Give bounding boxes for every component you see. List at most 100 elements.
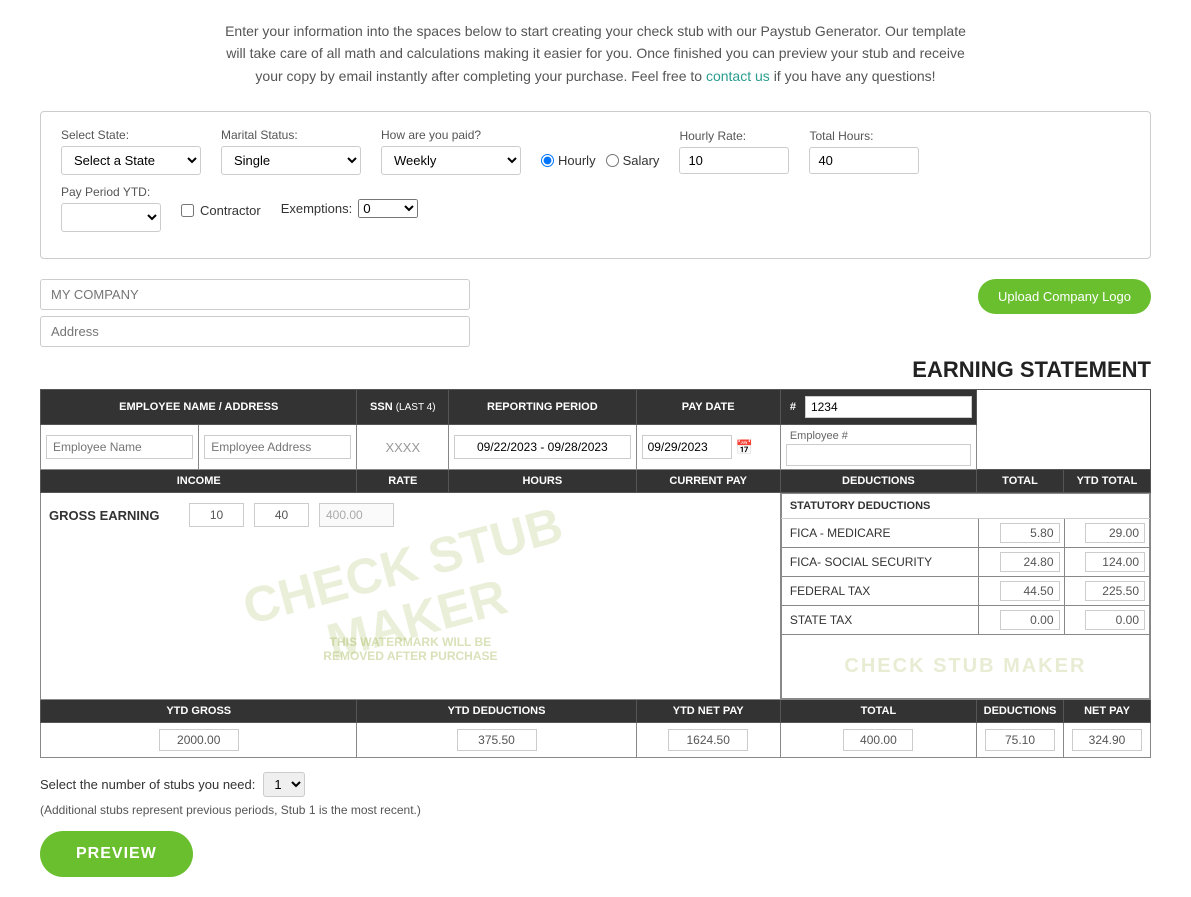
deductions-table: STATUTORY DEDUCTIONS FICA - MEDICARE 5.8…: [781, 493, 1150, 699]
settings-row-2: Pay Period YTD: Contractor Exemptions: 0…: [61, 185, 1130, 232]
settings-box: Select State: Select a State AlabamaAlas…: [40, 111, 1151, 259]
salary-radio[interactable]: [606, 154, 619, 167]
marital-select[interactable]: SingleMarried: [221, 146, 361, 175]
th-income: INCOME: [41, 470, 357, 493]
deduction-total-2: 44.50: [979, 577, 1064, 606]
deduction-ytd-1: 124.00: [1064, 548, 1149, 577]
pay-method-select[interactable]: WeeklyBi-WeeklySemi-MonthlyMonthly: [381, 146, 521, 175]
reporting-period-cell: [449, 425, 636, 470]
company-name-input[interactable]: [40, 279, 470, 310]
hourly-radio-label[interactable]: Hourly: [541, 153, 596, 168]
deduction-row-0: FICA - MEDICARE 5.80 29.00: [781, 519, 1149, 548]
total-hours-label: Total Hours:: [809, 129, 919, 143]
total-cell: 400.00: [780, 723, 976, 758]
watermark-sub: THIS WATERMARK WILL BE REMOVED AFTER PUR…: [323, 635, 497, 663]
hourly-rate-group: Hourly Rate:: [679, 129, 789, 174]
ytd-deductions-value: 375.50: [457, 729, 537, 751]
th-rate: RATE: [357, 470, 449, 493]
ssn-cell: XXXX: [357, 425, 449, 470]
employee-input-row: XXXX 📅 Employee #: [41, 425, 1151, 470]
employee-address-input[interactable]: [204, 435, 351, 459]
company-address-input[interactable]: [40, 316, 470, 347]
pay-date-cell: 📅: [636, 425, 780, 470]
net-pay-cell: 324.90: [1064, 723, 1151, 758]
hourly-radio[interactable]: [541, 154, 554, 167]
deductions-watermark: CHECK STUB MAKER: [781, 635, 1149, 699]
earning-statement-title: EARNING STATEMENT: [40, 357, 1151, 383]
deduction-ytd-0: 29.00: [1064, 519, 1149, 548]
th-hash: #: [780, 390, 976, 425]
stub-number-input[interactable]: [805, 396, 972, 418]
income-panel: GROSS EARNING CHECK STUB MAKER THIS WATE…: [41, 493, 781, 700]
hourly-rate-label: Hourly Rate:: [679, 129, 789, 143]
deduction-ytd-2: 225.50: [1064, 577, 1149, 606]
th-ytd-total: YTD TOTAL: [1064, 470, 1151, 493]
company-inputs: [40, 279, 470, 347]
pay-period-ytd-select[interactable]: [61, 203, 161, 232]
th-total: TOTAL: [977, 470, 1064, 493]
total-hours-group: Total Hours:: [809, 129, 919, 174]
preview-button[interactable]: PREVIEW: [40, 831, 193, 877]
contact-us-link[interactable]: contact us: [706, 68, 770, 84]
contractor-checkbox[interactable]: [181, 204, 194, 217]
total-hours-input[interactable]: [809, 147, 919, 174]
exemptions-label: Exemptions:: [281, 201, 353, 216]
ytd-net-pay-value: 1624.50: [668, 729, 748, 751]
stubs-selector-label: Select the number of stubs you need:: [40, 777, 255, 792]
gross-earning-row: GROSS EARNING: [41, 493, 780, 537]
th-reporting-period: REPORTING PERIOD: [449, 390, 636, 425]
state-label: Select State:: [61, 128, 201, 142]
employee-address-cell: [199, 425, 357, 470]
deduction-row-1: FICA- SOCIAL SECURITY 24.80 124.00: [781, 548, 1149, 577]
rate-input[interactable]: [189, 503, 244, 527]
employee-name-cell: [41, 425, 199, 470]
th-net-pay: NET PAY: [1064, 700, 1151, 723]
exemptions-select[interactable]: 012: [358, 199, 418, 218]
hours-input[interactable]: [254, 503, 309, 527]
current-pay-display: [319, 503, 394, 527]
intro-text-2: will take care of all math and calculati…: [226, 45, 965, 61]
stubs-note: (Additional stubs represent previous per…: [40, 803, 1151, 817]
content-split-row: GROSS EARNING CHECK STUB MAKER THIS WATE…: [41, 493, 1151, 700]
calendar-icon[interactable]: 📅: [736, 439, 753, 456]
deduction-label-3: STATE TAX: [781, 606, 978, 635]
salary-radio-label[interactable]: Salary: [606, 153, 660, 168]
state-select[interactable]: Select a State AlabamaAlaskaCaliforniaTe…: [61, 146, 201, 175]
intro-paragraph: Enter your information into the spaces b…: [40, 20, 1151, 87]
income-content: GROSS EARNING CHECK STUB MAKER THIS WATE…: [41, 493, 780, 693]
employee-name-input[interactable]: [46, 435, 193, 459]
reporting-period-input[interactable]: [454, 435, 630, 459]
employee-num-input[interactable]: [786, 444, 971, 466]
pay-date-input[interactable]: [642, 435, 732, 459]
deduction-total-1: 24.80: [979, 548, 1064, 577]
th-hours: HOURS: [449, 470, 636, 493]
gross-earning-label: GROSS EARNING: [49, 508, 179, 523]
intro-text-3: your copy by email instantly after compl…: [255, 68, 702, 84]
stub-table: EMPLOYEE NAME / ADDRESS SSN (LAST 4) REP…: [40, 389, 1151, 758]
th-ytd-net-pay: YTD NET PAY: [636, 700, 780, 723]
pay-method-label: How are you paid?: [381, 128, 521, 142]
employee-num-cell: Employee #: [780, 425, 976, 470]
hourly-rate-input[interactable]: [679, 147, 789, 174]
stubs-count-select[interactable]: 12345: [263, 772, 305, 797]
th-deductions: DEDUCTIONS: [780, 470, 976, 493]
net-pay-value: 324.90: [1072, 729, 1142, 751]
settings-row-1: Select State: Select a State AlabamaAlas…: [61, 128, 1130, 175]
deduction-total-3: 0.00: [979, 606, 1064, 635]
ytd-net-pay-cell: 1624.50: [636, 723, 780, 758]
th-total: TOTAL: [780, 700, 976, 723]
employee-num-label: Employee #: [786, 428, 971, 444]
state-group: Select State: Select a State AlabamaAlas…: [61, 128, 201, 175]
statutory-label-row: STATUTORY DEDUCTIONS: [781, 494, 1149, 519]
contractor-group: Contractor: [181, 203, 261, 218]
pay-period-ytd-group: Pay Period YTD:: [61, 185, 161, 232]
pay-method-group: How are you paid? WeeklyBi-WeeklySemi-Mo…: [381, 128, 521, 175]
deduction-total-0: 5.80: [979, 519, 1064, 548]
deduction-label-2: FEDERAL TAX: [781, 577, 978, 606]
totals-header-row: YTD GROSS YTD DEDUCTIONS YTD NET PAY TOT…: [41, 700, 1151, 723]
th-deductions: DEDUCTIONS: [977, 700, 1064, 723]
pay-type-group: Hourly Salary: [541, 153, 659, 168]
ytd-deductions-cell: 375.50: [357, 723, 636, 758]
deduction-row-3: STATE TAX 0.00 0.00: [781, 606, 1149, 635]
upload-logo-button[interactable]: Upload Company Logo: [978, 279, 1151, 314]
